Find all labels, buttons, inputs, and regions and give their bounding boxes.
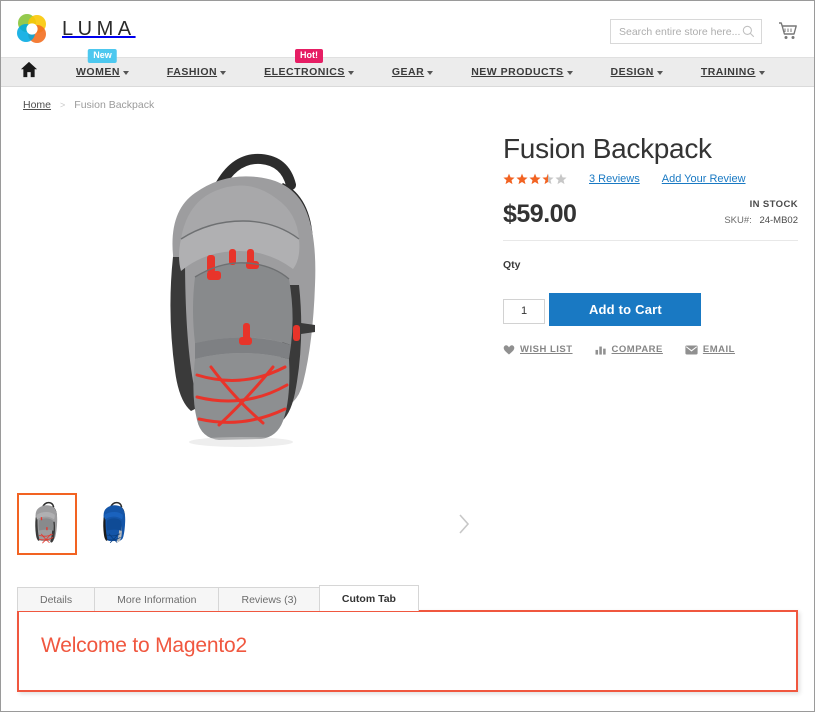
luma-circles-logo — [15, 12, 49, 46]
thumbnail-blue-backpack[interactable] — [85, 493, 145, 555]
wish-list-label: WISH LIST — [520, 344, 573, 355]
luma-logo-link[interactable]: LUMA — [15, 12, 136, 46]
qty-label: Qty — [503, 259, 521, 271]
star-icon-empty — [555, 173, 567, 185]
breadcrumb-home[interactable]: Home — [23, 99, 51, 111]
nav-badge-new: New — [88, 49, 117, 63]
luma-wordmark: LUMA — [62, 17, 136, 40]
nav-home-link[interactable] — [1, 61, 57, 83]
sku-value: 24-MB02 — [759, 215, 798, 226]
nav-item-women[interactable]: New WOMEN — [57, 49, 148, 78]
email-button[interactable]: EMAIL — [685, 344, 735, 355]
add-to-cart-button[interactable]: Add to Cart — [549, 293, 702, 326]
chevron-down-icon — [758, 71, 765, 75]
star-icon-filled — [516, 173, 528, 185]
wish-list-button[interactable]: WISH LIST — [503, 344, 573, 355]
nav-label: TRAINING — [700, 66, 756, 78]
product-tabs: Details More Information Reviews (3) Cut… — [1, 585, 814, 692]
email-label: EMAIL — [702, 344, 735, 355]
page-title: Fusion Backpack — [503, 133, 712, 164]
rating-row: 3 Reviews Add Your Review — [503, 173, 798, 185]
compare-label: COMPARE — [611, 344, 663, 355]
breadcrumb-separator-icon: > — [60, 100, 66, 110]
nav-label: GEAR — [391, 66, 425, 78]
product-page: LUMA Search entire store here... New WOM… — [0, 0, 815, 712]
heart-icon — [503, 344, 515, 355]
product-gallery — [17, 115, 479, 557]
tab-more-information[interactable]: More Information — [94, 587, 220, 611]
envelope-icon — [685, 345, 698, 355]
chevron-down-icon — [656, 71, 663, 75]
bar-chart-icon — [595, 344, 607, 355]
chevron-down-icon — [566, 71, 573, 75]
search-icon[interactable] — [742, 25, 755, 38]
tab-details[interactable]: Details — [17, 587, 96, 611]
nav-item-training[interactable]: TRAINING — [682, 66, 784, 78]
tab-reviews[interactable]: Reviews (3) — [218, 587, 320, 611]
status-badge: IN STOCK — [749, 199, 798, 210]
product-price: $59.00 — [503, 200, 577, 228]
reviews-count-link[interactable]: 3 Reviews — [589, 173, 640, 185]
nav-item-design[interactable]: DESIGN — [592, 66, 682, 78]
chevron-down-icon — [220, 71, 227, 75]
nav-label: DESIGN — [610, 66, 654, 78]
nav-items: New WOMEN FASHION Hot! ELECTRONICS GEAR … — [57, 49, 814, 78]
nav-label: FASHION — [166, 66, 218, 78]
chevron-down-icon — [347, 71, 354, 75]
breadcrumb-current: Fusion Backpack — [74, 99, 155, 111]
nav-item-new-products[interactable]: NEW PRODUCTS — [452, 66, 591, 78]
breadcrumb: Home > Fusion Backpack — [1, 87, 814, 111]
product-main: Fusion Backpack 3 Reviews Add Your Revie… — [1, 111, 814, 557]
sku-line: SKU#: 24-MB02 — [724, 215, 798, 226]
nav-label: WOMEN — [76, 66, 120, 78]
quantity-stepper[interactable] — [503, 298, 545, 324]
chevron-right-icon[interactable] — [457, 513, 471, 535]
nav-item-fashion[interactable]: FASHION — [148, 66, 245, 78]
nav-item-electronics[interactable]: Hot! ELECTRONICS — [245, 49, 373, 78]
site-header: LUMA — [1, 1, 814, 57]
tab-panel-heading: Welcome to Magento2 — [41, 634, 247, 657]
price-row: $59.00 IN STOCK SKU#: 24-MB02 — [503, 194, 798, 241]
stock-info: IN STOCK SKU#: 24-MB02 — [724, 194, 798, 229]
nav-item-gear[interactable]: GEAR — [373, 66, 452, 78]
tab-panel-custom: Welcome to Magento2 — [17, 610, 798, 692]
sku-label: SKU#: — [724, 215, 752, 226]
star-icon-half — [542, 173, 554, 185]
chevron-down-icon — [427, 71, 434, 75]
thumbnail-strip — [17, 491, 479, 557]
search-box[interactable] — [610, 19, 762, 44]
rating-stars — [503, 173, 567, 185]
thumbnail-gray-backpack[interactable] — [17, 493, 77, 555]
product-actions: WISH LIST COMPARE EMAIL — [503, 344, 798, 355]
star-icon-filled — [503, 173, 515, 185]
star-icon-filled — [529, 173, 541, 185]
tab-strip: Details More Information Reviews (3) Cut… — [17, 585, 798, 611]
tab-custom[interactable]: Cutom Tab — [318, 585, 419, 611]
main-navigation: New WOMEN FASHION Hot! ELECTRONICS GEAR … — [1, 49, 814, 87]
chevron-down-icon — [122, 71, 129, 75]
search-input[interactable] — [619, 25, 742, 38]
product-main-image[interactable] — [17, 125, 479, 475]
compare-button[interactable]: COMPARE — [595, 344, 663, 355]
home-icon — [20, 61, 38, 83]
add-your-review-link[interactable]: Add Your Review — [662, 173, 746, 185]
product-info: Fusion Backpack 3 Reviews Add Your Revie… — [479, 115, 798, 557]
nav-badge-hot: Hot! — [294, 49, 323, 63]
nav-label: ELECTRONICS — [264, 66, 345, 78]
nav-label: NEW PRODUCTS — [471, 66, 564, 78]
shopping-cart-icon[interactable] — [776, 19, 800, 43]
